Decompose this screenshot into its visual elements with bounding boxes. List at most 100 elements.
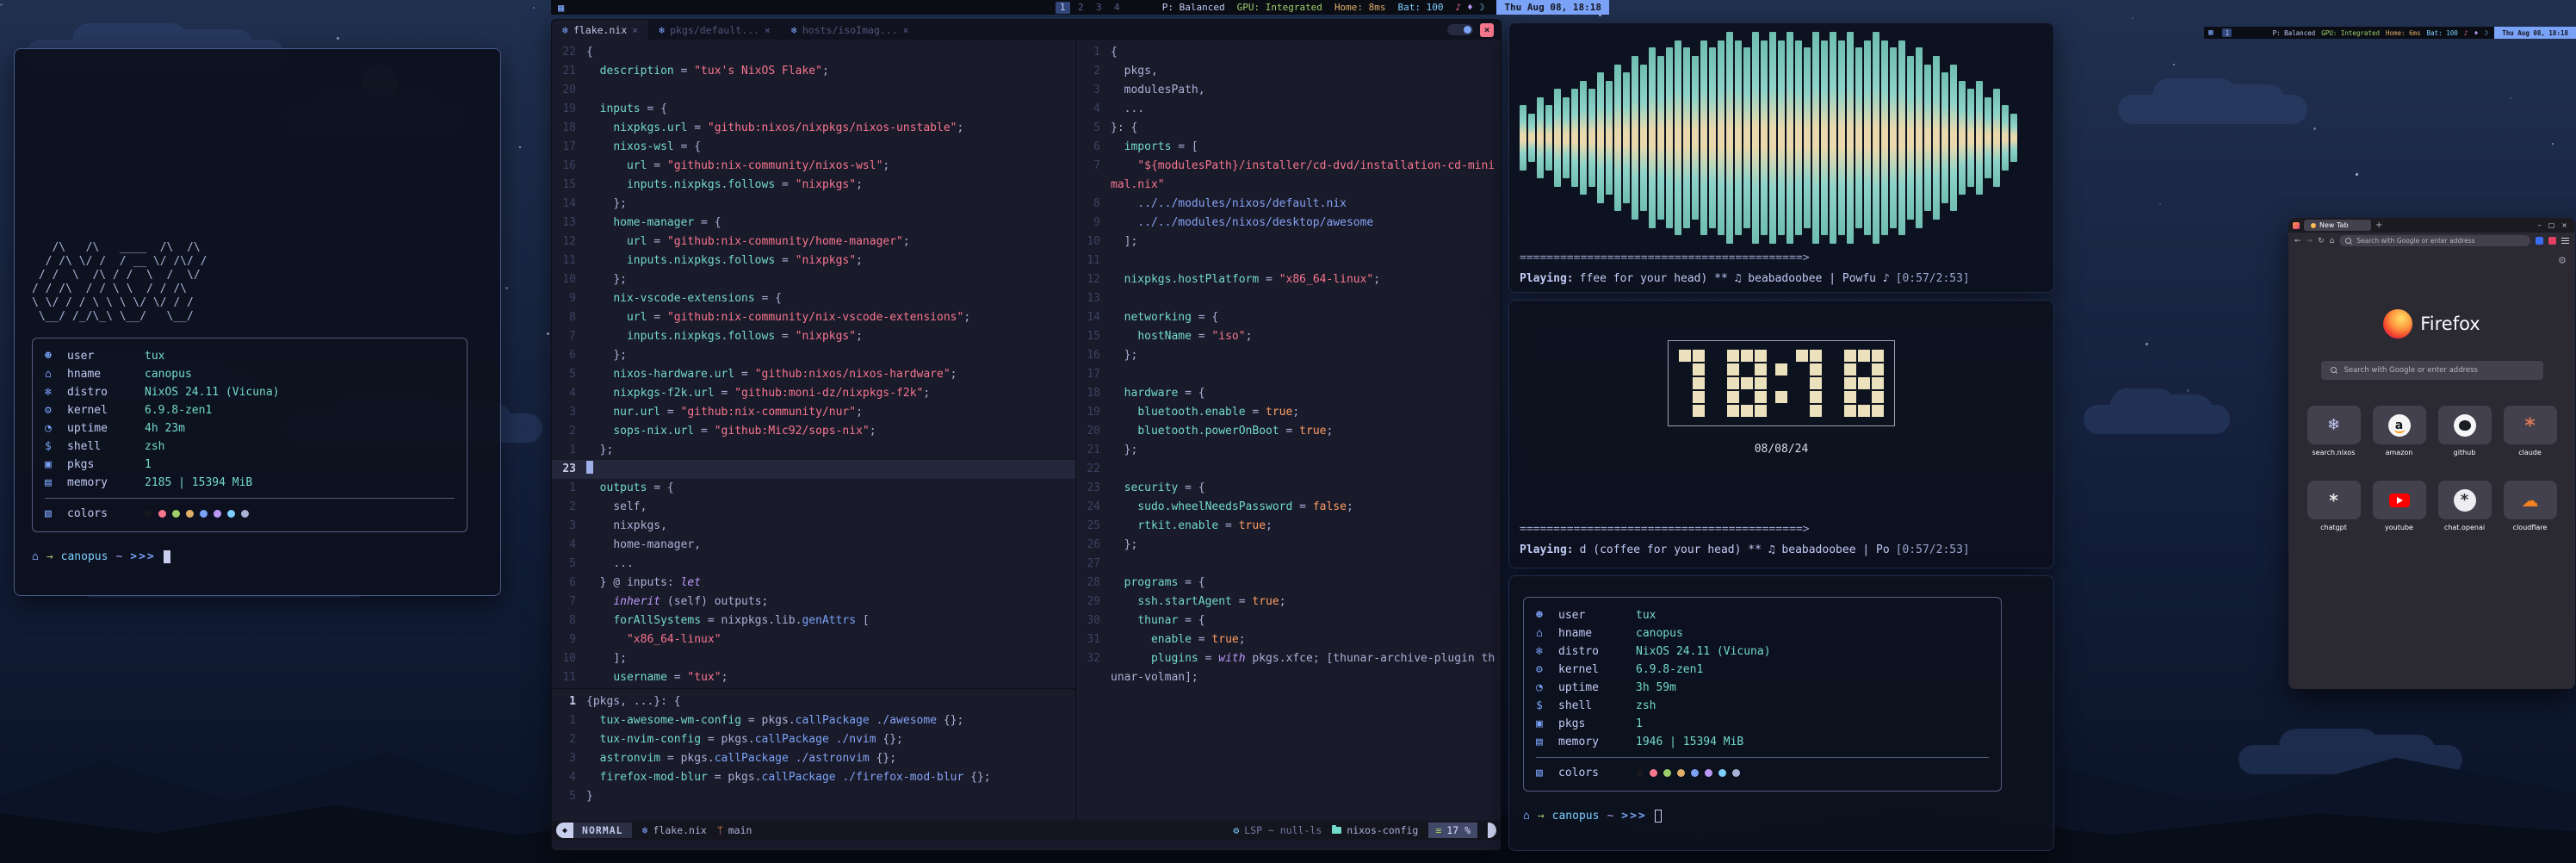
editor-pane-pkgs[interactable]: 1{pkgs, ...}: {1 tux-awesome-wm-config =… bbox=[552, 688, 1075, 821]
stat-ping: Home: 6ms bbox=[2386, 29, 2421, 37]
line-number: 12 bbox=[1076, 270, 1111, 289]
minimize-button[interactable]: – bbox=[2538, 221, 2542, 229]
fetch-separator bbox=[45, 498, 455, 499]
visualizer-bar bbox=[1838, 40, 1845, 235]
fetch-row-user: ☻usertux bbox=[45, 347, 455, 365]
line-number: 13 bbox=[552, 214, 586, 233]
reload-button[interactable]: ↻ bbox=[2318, 237, 2325, 245]
ascii-art-line: /\ /\ ____ /\ /\ bbox=[32, 241, 483, 255]
clock-widget[interactable]: Thu Aug 08, 18:18 bbox=[2494, 27, 2576, 39]
shortcut-youtube[interactable]: youtube bbox=[2370, 481, 2429, 531]
clock-widget[interactable]: Thu Aug 08, 18:18 bbox=[1496, 0, 1609, 15]
shortcut-github[interactable]: github bbox=[2436, 406, 2494, 456]
code-line: 11 inputs.nixpkgs.follows = "nixpkgs"; bbox=[552, 251, 1075, 270]
shortcut-nixos[interactable]: ❄search.nixos bbox=[2305, 406, 2363, 456]
cwd-segment[interactable]: nixos-config bbox=[1332, 824, 1418, 836]
tab-close-icon[interactable]: × bbox=[903, 24, 909, 36]
firefox-window[interactable]: New Tab + – ▢ × ← → ↻ ⌂ Search with Goog… bbox=[2288, 218, 2575, 689]
tab-close-icon[interactable]: × bbox=[765, 24, 771, 36]
app-menu-icon[interactable]: ▦ bbox=[558, 2, 564, 14]
back-button[interactable]: ← bbox=[2294, 237, 2301, 245]
hamburger-menu-icon[interactable] bbox=[2561, 238, 2569, 244]
hname-icon: ⌂ bbox=[45, 365, 67, 383]
visualizer-bar bbox=[1993, 89, 2000, 186]
code-line: 10 ]; bbox=[552, 649, 1075, 668]
fetch-row-colors: ▧colors bbox=[1536, 764, 1989, 782]
line-number: 18 bbox=[1076, 384, 1111, 403]
shortcut-openai[interactable]: *chat.openai bbox=[2436, 481, 2494, 531]
neovim-window[interactable]: ❄flake.nix×❄pkgs/default...×❄hosts/isoIm… bbox=[551, 19, 1502, 851]
tag-2[interactable]: 2 bbox=[1074, 2, 1088, 14]
urlbar[interactable]: Search with Google or enter address bbox=[2339, 235, 2530, 246]
shortcut-card bbox=[2438, 406, 2492, 444]
tag-1[interactable]: 1 bbox=[2222, 28, 2232, 37]
tab-flake-nix[interactable]: ❄flake.nix× bbox=[552, 20, 648, 40]
tray-media-icon[interactable]: ♪ bbox=[2464, 29, 2468, 37]
terminal-fetch-left[interactable]: /\ /\ ____ /\ /\ / /\ \/ / / __ \/ /\/ /… bbox=[14, 48, 501, 596]
code-line: 13 bbox=[1076, 289, 1501, 308]
shortcut-chatgpt[interactable]: *chatgpt bbox=[2305, 481, 2363, 531]
shortcut-label: youtube bbox=[2385, 524, 2413, 531]
shortcut-amazon[interactable]: aamazon bbox=[2370, 406, 2429, 456]
code-line: 7 "${modulesPath}/installer/cd-dvd/insta… bbox=[1076, 157, 1501, 195]
editor-pane-iso[interactable]: 1{2 pkgs,3 modulesPath,4 ...5}: {6 impor… bbox=[1076, 40, 1501, 821]
tag-4[interactable]: 4 bbox=[1110, 2, 1124, 14]
code-line: 11 bbox=[1076, 251, 1501, 270]
shortcut-cloudflare[interactable]: ☁cloudflare bbox=[2501, 481, 2560, 531]
extension-icon-1[interactable] bbox=[2536, 237, 2543, 245]
tray-notifications-icon[interactable]: ♦ bbox=[2474, 29, 2479, 37]
app-menu-icon[interactable]: ▦ bbox=[2208, 28, 2213, 37]
visualizer-bar bbox=[1967, 89, 1974, 186]
fetch-label: shell bbox=[67, 438, 145, 456]
line-number: 8 bbox=[552, 308, 586, 327]
code-line: 24 sudo.wheelNeedsPassword = false; bbox=[1076, 498, 1501, 517]
tray-night-light-icon[interactable]: ☽ bbox=[2484, 29, 2488, 37]
buffer-picker-toggle[interactable] bbox=[1447, 24, 1473, 35]
terminal-visualizer[interactable]: ========================================… bbox=[1508, 22, 2054, 293]
tag-3[interactable]: 3 bbox=[1092, 2, 1106, 14]
tray-media-icon[interactable]: ♪ bbox=[1456, 2, 1462, 13]
line-number: 16 bbox=[1076, 346, 1111, 365]
tab-hosts-isoimag-[interactable]: ❄hosts/isoImag...× bbox=[781, 20, 920, 40]
tab-title: New Tab bbox=[2319, 221, 2349, 229]
nixos-icon: ❄ bbox=[2327, 418, 2340, 433]
line-number: 2 bbox=[552, 422, 586, 441]
home-icon: ⌂ bbox=[1523, 807, 1530, 825]
shortcut-card: ☁ bbox=[2504, 481, 2557, 519]
line-number: 16 bbox=[552, 157, 586, 176]
tab-pkgs-default-[interactable]: ❄pkgs/default...× bbox=[648, 20, 781, 40]
forward-button[interactable]: → bbox=[2307, 237, 2313, 245]
code-line: 4 home-manager, bbox=[552, 536, 1075, 555]
search-input[interactable]: Search with Google or enter address bbox=[2321, 361, 2543, 380]
palette-dot bbox=[241, 510, 249, 518]
line-number: 29 bbox=[1076, 593, 1111, 612]
palette-dot bbox=[186, 510, 194, 518]
tray-night-light-icon[interactable]: ☽ bbox=[1479, 2, 1485, 13]
editor-pane-flake[interactable]: 22{21 description = "tux's NixOS Flake";… bbox=[552, 40, 1075, 688]
now-playing-track: ffee for your head) ** ♫ beabadoobee | P… bbox=[1580, 270, 1890, 288]
settings-gear-icon[interactable]: ⚙ bbox=[2558, 255, 2567, 266]
terminal-fetch-right[interactable]: ☻usertux⌂hnamecanopus❄distroNixOS 24.11 … bbox=[1508, 575, 2054, 851]
browser-tab-new-tab[interactable]: New Tab bbox=[2304, 220, 2371, 231]
home-button[interactable]: ⌂ bbox=[2330, 237, 2335, 245]
tab-close-icon[interactable]: × bbox=[632, 24, 638, 36]
prompt-host: canopus bbox=[61, 548, 108, 566]
terminal-clock[interactable]: 08/08/24 ===============================… bbox=[1508, 300, 2054, 568]
code-line: 5} bbox=[552, 787, 1075, 806]
code-line: 7 inherit (self) outputs; bbox=[552, 593, 1075, 612]
close-window-button[interactable]: × bbox=[1480, 23, 1494, 37]
new-tab-button[interactable]: + bbox=[2375, 220, 2382, 230]
maximize-button[interactable]: ▢ bbox=[2548, 221, 2555, 229]
tag-1[interactable]: 1 bbox=[1056, 2, 1070, 14]
firefox-view-icon[interactable] bbox=[2293, 222, 2300, 229]
line-number: 10 bbox=[552, 649, 586, 668]
close-button[interactable]: × bbox=[2561, 221, 2567, 229]
extension-icon-2[interactable] bbox=[2548, 237, 2556, 245]
git-branch-segment[interactable]: ᛘ main bbox=[717, 824, 752, 836]
line-number: 17 bbox=[552, 138, 586, 157]
tray-notifications-icon[interactable]: ♦ bbox=[1467, 2, 1473, 13]
fetch-value: 3h 59m bbox=[1636, 679, 1676, 697]
code-line: 21 }; bbox=[1076, 441, 1501, 460]
command-line[interactable] bbox=[552, 840, 1501, 850]
shortcut-claude[interactable]: *claude bbox=[2501, 406, 2560, 456]
